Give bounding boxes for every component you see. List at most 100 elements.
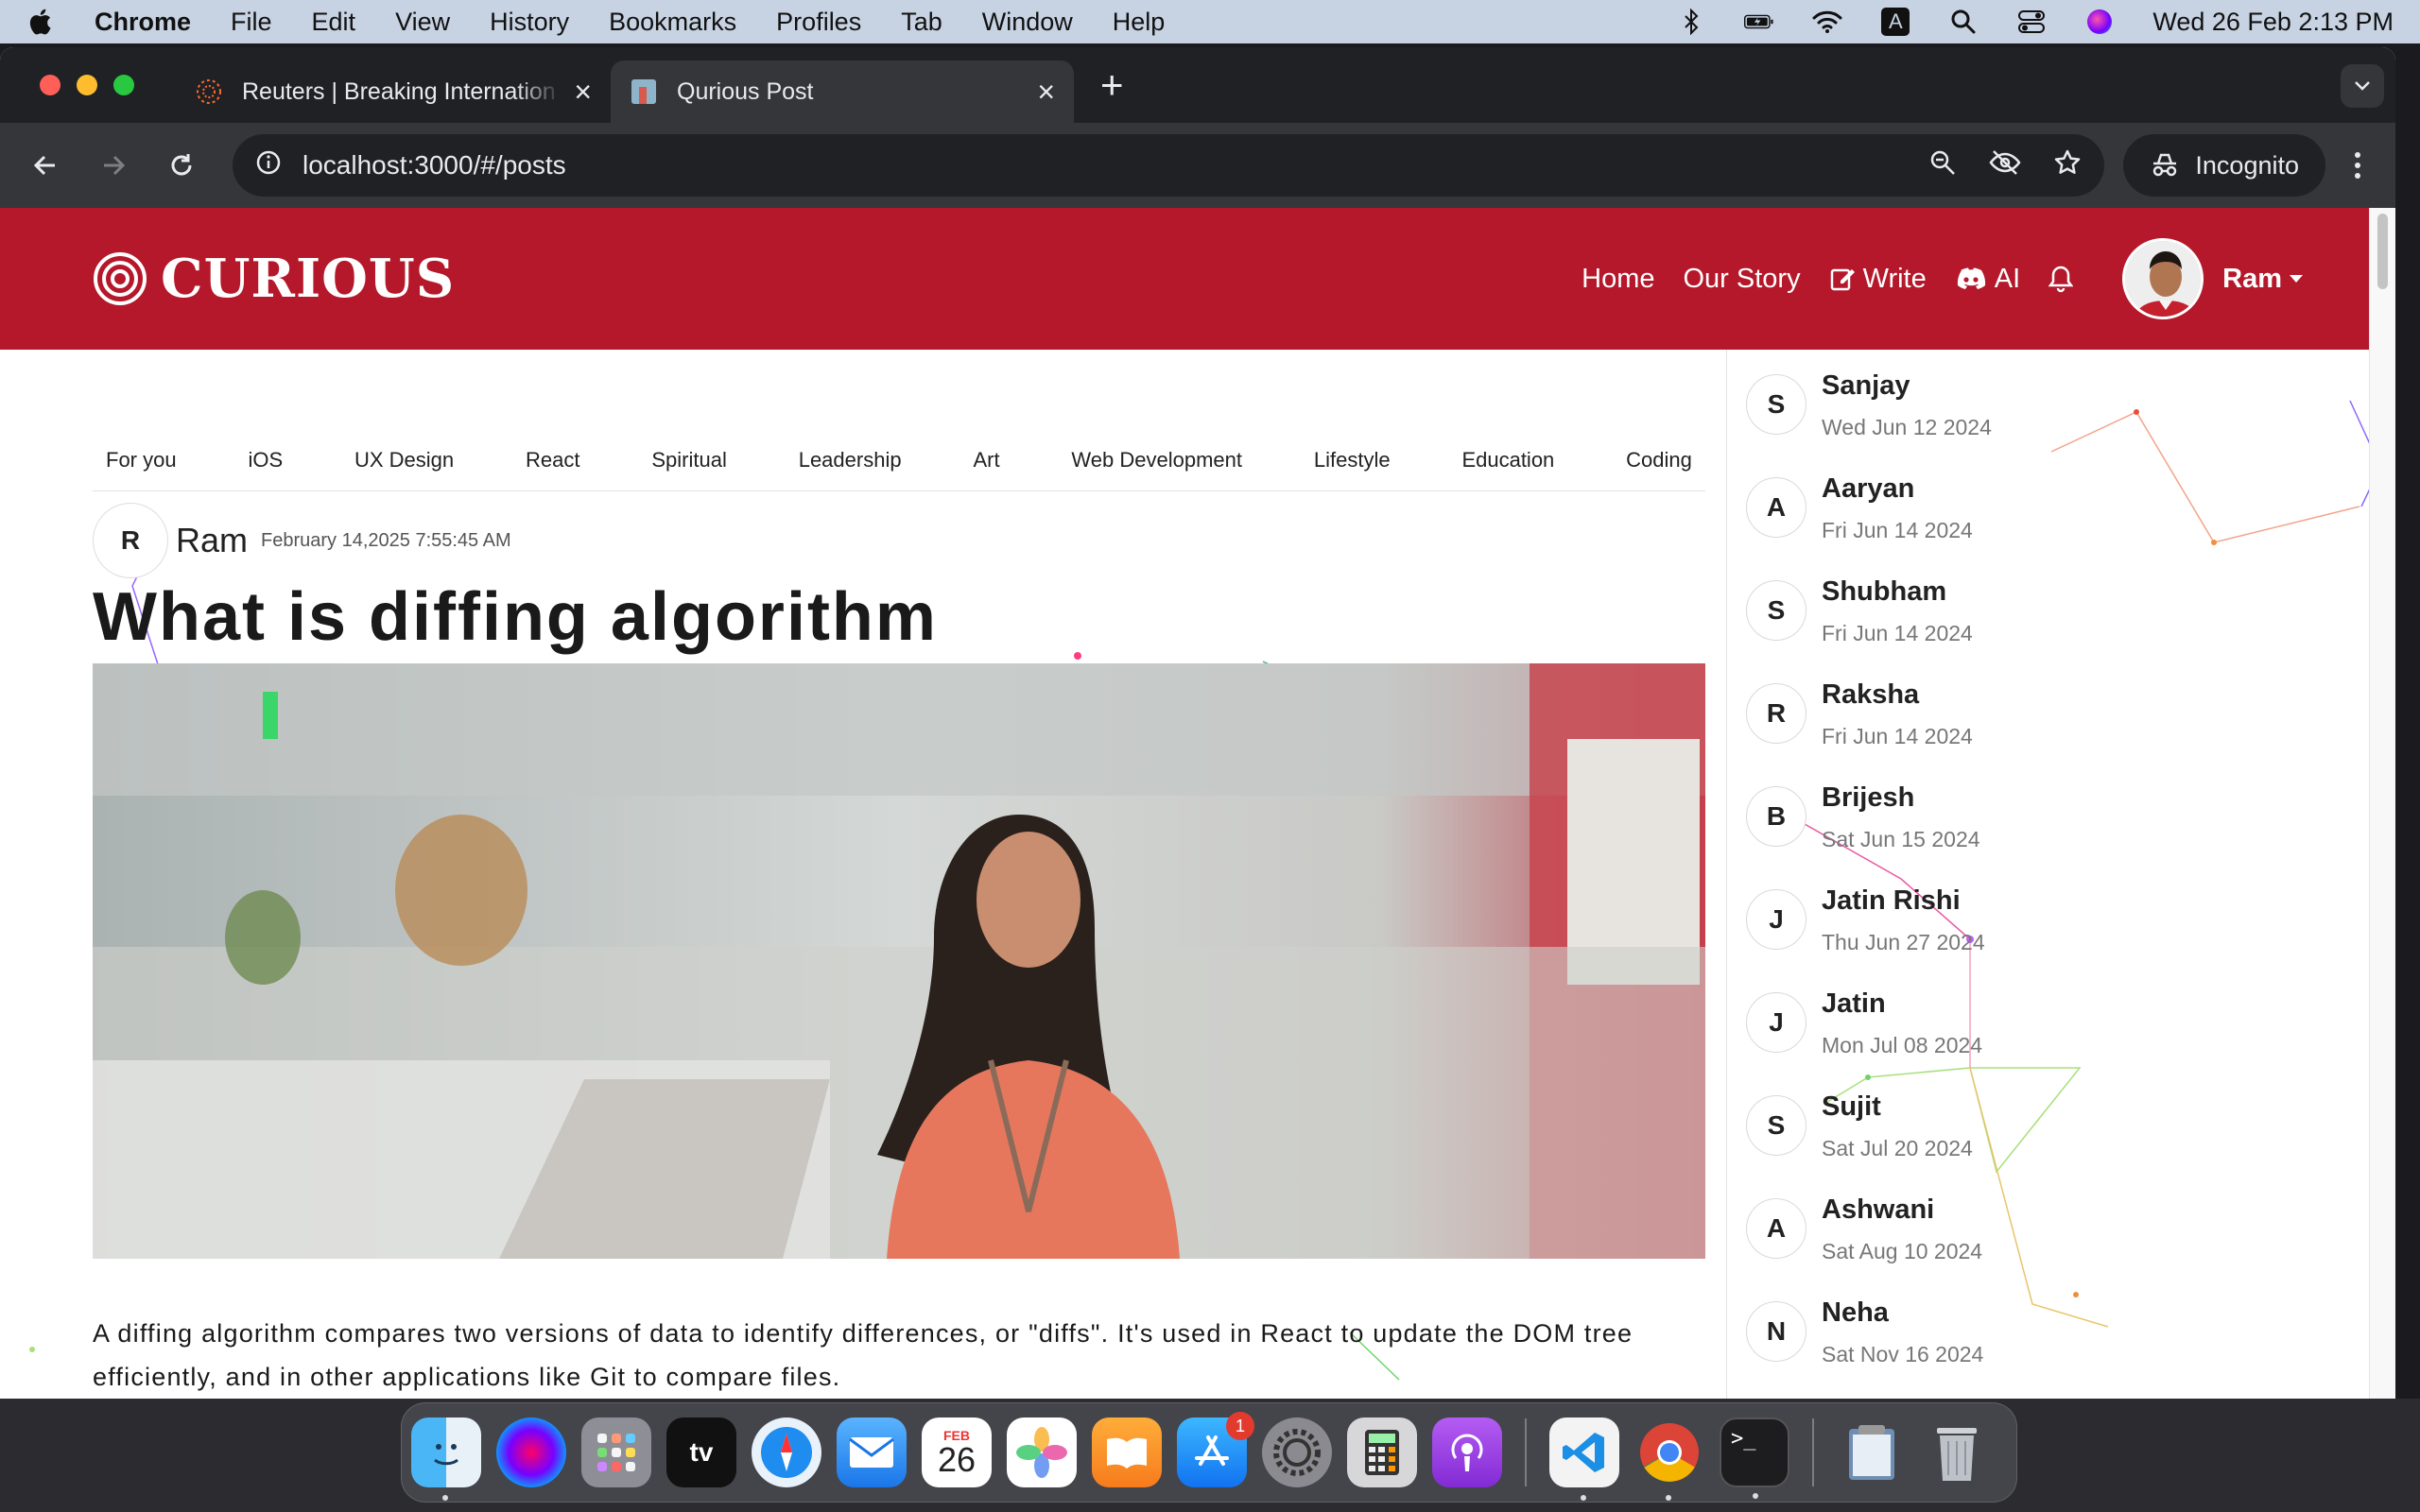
user-name[interactable]: Shubham: [1822, 576, 1973, 608]
user-name[interactable]: Ashwani: [1822, 1194, 1982, 1226]
sidebar-user[interactable]: A Ashwani Sat Aug 10 2024: [1746, 1194, 1982, 1264]
launchpad-icon[interactable]: [581, 1418, 651, 1487]
mail-icon[interactable]: [837, 1418, 907, 1487]
system-settings-icon[interactable]: [1262, 1418, 1332, 1487]
zoom-icon[interactable]: [1928, 148, 1957, 183]
menu-app-name[interactable]: Chrome: [95, 8, 191, 37]
category-tab[interactable]: React: [526, 448, 579, 490]
menu-history[interactable]: History: [490, 8, 569, 37]
category-tab[interactable]: Art: [973, 448, 999, 490]
apple-tv-icon[interactable]: tv: [666, 1418, 736, 1487]
category-tab[interactable]: Web Development: [1071, 448, 1242, 490]
user-name[interactable]: Jatin Rishi: [1822, 885, 1985, 917]
minimize-window-button[interactable]: [77, 75, 97, 95]
category-tab[interactable]: UX Design: [354, 448, 454, 490]
terminal-icon[interactable]: >_: [1720, 1418, 1789, 1499]
user-name[interactable]: Raksha: [1822, 679, 1973, 711]
chrome-menu-button[interactable]: [2339, 151, 2377, 180]
calendar-icon[interactable]: FEB 26: [922, 1418, 992, 1487]
sidebar-user[interactable]: S Shubham Fri Jun 14 2024: [1746, 576, 1973, 646]
url-text[interactable]: localhost:3000/#/posts: [302, 150, 1896, 180]
page-scrollbar[interactable]: [2369, 208, 2395, 1399]
user-name[interactable]: Jatin: [1822, 988, 1982, 1020]
new-tab-button[interactable]: +: [1100, 62, 1124, 108]
photos-icon[interactable]: [1007, 1418, 1077, 1487]
sidebar-user[interactable]: J Jatin Rishi Thu Jun 27 2024: [1746, 885, 1985, 955]
preview-icon[interactable]: [1837, 1418, 1907, 1487]
apple-logo-icon[interactable]: [26, 8, 53, 36]
menu-tab[interactable]: Tab: [901, 8, 942, 37]
tab-qurious-post[interactable]: Qurious Post ×: [611, 60, 1074, 123]
control-center-icon[interactable]: [2016, 9, 2047, 35]
nav-ai[interactable]: AI: [1955, 264, 2020, 295]
sidebar-user[interactable]: N Neha Sat Nov 16 2024: [1746, 1297, 1983, 1367]
books-icon[interactable]: [1092, 1418, 1162, 1487]
sidebar-user[interactable]: S Sujit Sat Jul 20 2024: [1746, 1091, 1973, 1161]
close-window-button[interactable]: [40, 75, 60, 95]
notifications-bell-icon[interactable]: [2048, 265, 2081, 293]
category-tab[interactable]: Lifestyle: [1314, 448, 1391, 490]
wifi-icon[interactable]: [1812, 9, 1842, 35]
category-tab[interactable]: Coding: [1626, 448, 1692, 490]
user-avatar[interactable]: [2122, 238, 2204, 319]
user-name[interactable]: Sujit: [1822, 1091, 1973, 1123]
category-tab[interactable]: Leadership: [799, 448, 902, 490]
chrome-icon[interactable]: [1634, 1418, 1704, 1501]
menu-profiles[interactable]: Profiles: [776, 8, 861, 37]
menu-edit[interactable]: Edit: [312, 8, 356, 37]
input-source-icon[interactable]: A: [1880, 8, 1910, 36]
finder-icon[interactable]: [411, 1418, 481, 1501]
nav-our-story[interactable]: Our Story: [1684, 264, 1801, 295]
category-tab[interactable]: iOS: [248, 448, 283, 490]
trash-icon[interactable]: [1922, 1418, 1992, 1487]
reload-button[interactable]: [155, 139, 208, 192]
tracking-protection-eye-off-icon[interactable]: [1989, 148, 2021, 183]
bookmark-star-icon[interactable]: [2053, 148, 2082, 183]
sidebar-user[interactable]: R Raksha Fri Jun 14 2024: [1746, 679, 1973, 749]
sidebar-user[interactable]: B Brijesh Sat Jun 15 2024: [1746, 782, 1980, 852]
tab-search-button[interactable]: [2341, 64, 2384, 108]
close-tab-icon[interactable]: ×: [1037, 75, 1055, 110]
tab-reuters[interactable]: Reuters | Breaking Internation ×: [176, 60, 611, 123]
scrollbar-thumb[interactable]: [2377, 214, 2388, 289]
user-name[interactable]: Brijesh: [1822, 782, 1980, 814]
app-store-icon[interactable]: 1: [1177, 1412, 1254, 1487]
menu-bookmarks[interactable]: Bookmarks: [609, 8, 736, 37]
vscode-icon[interactable]: [1549, 1418, 1619, 1501]
site-logo[interactable]: CURIOUS: [93, 248, 455, 310]
sidebar-user[interactable]: A Aaryan Fri Jun 14 2024: [1746, 473, 1973, 543]
site-info-icon[interactable]: [255, 149, 282, 182]
safari-icon[interactable]: [752, 1418, 821, 1487]
forward-button[interactable]: [87, 139, 140, 192]
menu-file[interactable]: File: [231, 8, 272, 37]
sidebar-user[interactable]: J Jatin Mon Jul 08 2024: [1746, 988, 1982, 1058]
bluetooth-icon[interactable]: [1676, 9, 1706, 35]
siri-menu-icon[interactable]: [2084, 9, 2115, 35]
address-bar[interactable]: localhost:3000/#/posts: [233, 134, 2105, 197]
podcasts-icon[interactable]: [1432, 1418, 1502, 1487]
incognito-button[interactable]: Incognito: [2123, 134, 2325, 197]
menu-help[interactable]: Help: [1113, 8, 1166, 37]
siri-icon[interactable]: [496, 1418, 566, 1487]
user-name[interactable]: Sanjay: [1822, 370, 1992, 402]
spotlight-search-icon[interactable]: [1948, 9, 1979, 35]
close-tab-icon[interactable]: ×: [574, 75, 592, 110]
zoom-window-button[interactable]: [113, 75, 134, 95]
nav-home[interactable]: Home: [1582, 264, 1654, 295]
category-tab[interactable]: Spiritual: [651, 448, 726, 490]
category-tab[interactable]: For you: [106, 448, 177, 490]
user-name[interactable]: Neha: [1822, 1297, 1983, 1329]
nav-write[interactable]: Write: [1829, 264, 1927, 295]
battery-icon[interactable]: [1744, 9, 1774, 35]
menu-view[interactable]: View: [395, 8, 450, 37]
category-tab[interactable]: Education: [1461, 448, 1554, 490]
menubar-clock[interactable]: Wed 26 Feb 2:13 PM: [2152, 8, 2394, 37]
calculator-icon[interactable]: [1347, 1418, 1417, 1487]
menu-window[interactable]: Window: [982, 8, 1073, 37]
author-avatar[interactable]: R: [93, 503, 168, 578]
user-menu-toggle[interactable]: Ram: [2222, 264, 2303, 295]
back-button[interactable]: [19, 139, 72, 192]
sidebar-user[interactable]: S Sanjay Wed Jun 12 2024: [1746, 370, 1992, 440]
post-author[interactable]: Ram: [176, 521, 248, 560]
user-name[interactable]: Aaryan: [1822, 473, 1973, 505]
